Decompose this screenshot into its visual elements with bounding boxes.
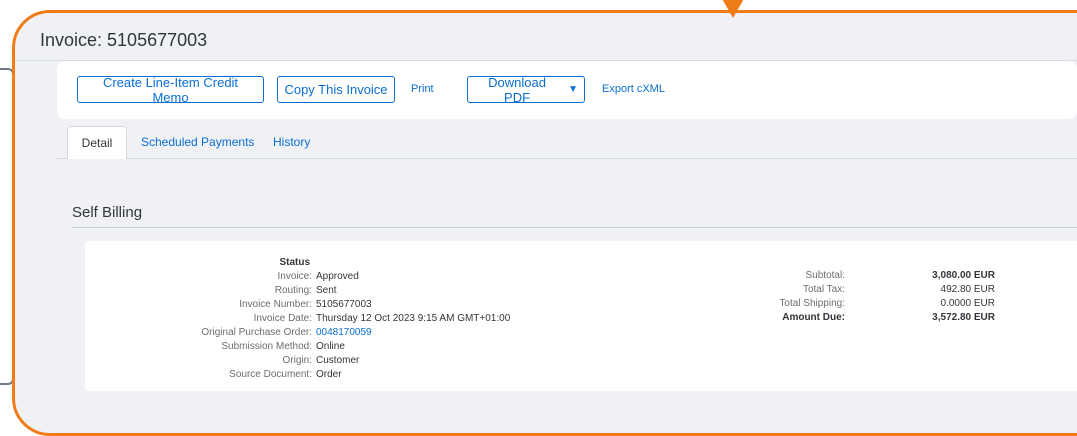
action-toolbar: Create Line-Item Credit Memo Copy This I…: [57, 61, 1077, 119]
status-label-submission-method: Submission Method:: [221, 341, 312, 352]
status-heading: Status: [279, 257, 310, 268]
page-title: Invoice: 5105677003: [40, 30, 208, 50]
tab-scheduled-payments[interactable]: Scheduled Payments: [141, 126, 254, 158]
callout-frame: Invoice: 5105677003 Create Line-Item Cre…: [12, 10, 1077, 436]
status-value-source-document: Order: [316, 369, 342, 380]
subtotal-value: 3,080.00 EUR: [932, 270, 995, 281]
export-cxml-button[interactable]: Export cXML: [602, 83, 665, 95]
status-value-origin: Customer: [316, 355, 360, 366]
purchase-order-link[interactable]: 0048170059: [316, 326, 372, 340]
amount-due-value: 3,572.80 EUR: [932, 312, 995, 323]
tab-history[interactable]: History: [273, 126, 310, 158]
section-title: Self Billing: [72, 204, 143, 221]
download-pdf-button[interactable]: Download PDF ▼: [467, 74, 585, 105]
status-label-purchase-order: Original Purchase Order:: [201, 327, 312, 338]
invoice-details-card: Status Invoice: Approved Routing: Sent I…: [85, 241, 1077, 391]
download-pdf-label: Download PDF: [488, 74, 546, 105]
chevron-down-icon: ▼: [568, 84, 578, 95]
status-label-origin: Origin:: [282, 355, 312, 366]
copy-invoice-button[interactable]: Copy This Invoice: [277, 76, 395, 103]
total-tax-value: 492.80 EUR: [940, 284, 995, 295]
print-button[interactable]: Print: [411, 83, 434, 95]
total-shipping-value: 0.0000 EUR: [940, 298, 995, 309]
status-value-submission-method: Online: [316, 341, 345, 352]
tab-bar: Detail Scheduled Payments History: [57, 126, 1077, 159]
status-label-source-document: Source Document:: [229, 369, 312, 380]
create-credit-memo-button[interactable]: Create Line-Item Credit Memo: [77, 75, 264, 105]
section-divider: [72, 227, 1077, 228]
tab-detail[interactable]: Detail: [67, 126, 127, 159]
